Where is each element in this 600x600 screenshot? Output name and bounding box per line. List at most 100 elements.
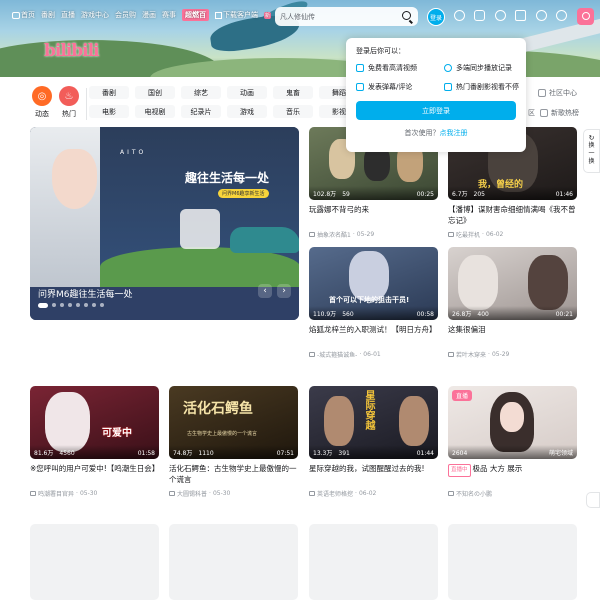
live-meta[interactable]: 不知名の小鹏	[448, 489, 577, 498]
video-card[interactable]: 星际穿越 13.3万 391 01:44 星际穿越的我，试图醒醒过去的我! 英语老师…	[309, 386, 438, 498]
download-icon	[215, 11, 222, 19]
carousel-dot[interactable]	[92, 303, 96, 307]
video-card[interactable]: 26.8万 400 00:21 这集很偏泪 若叶木穿来 · 05-29	[448, 247, 577, 359]
video-title[interactable]: 玩露娜不背弓的来	[309, 204, 438, 226]
dynamic-icon[interactable]	[495, 10, 506, 21]
video-meta[interactable]: 鸣潮署目官异 · 05-30	[30, 489, 159, 498]
video-meta[interactable]: 抽象浓名酷1 · 05-29	[309, 230, 438, 239]
search-icon[interactable]	[402, 11, 411, 20]
login-avatar-button[interactable]: 登录	[427, 8, 445, 26]
video-thumbnail[interactable]: 26.8万 400 00:21	[448, 247, 577, 320]
community-center-link[interactable]: 社区中心	[538, 88, 577, 98]
video-thumbnail[interactable]: 首个可以下地的狙击干员! 110.9万 560 00:58	[309, 247, 438, 320]
carousel-people	[180, 209, 220, 249]
carousel-dot[interactable]	[84, 303, 88, 307]
video-card[interactable]: 可爱中 81.6万 4560 01:58 ※您呼叫的用户可爱中!【鸣潮生日会】 鸣潮…	[30, 386, 159, 498]
search-input[interactable]	[280, 12, 395, 21]
carousel-dot[interactable]	[68, 303, 72, 307]
danmaku-count: 391	[338, 450, 350, 457]
carousel-dot[interactable]	[100, 303, 104, 307]
new-songs-chart-link[interactable]: 新歌热榜	[540, 108, 579, 118]
video-meta[interactable]: 英语老师格挖 · 06-02	[309, 489, 438, 498]
live-thumbnail[interactable]: 直播 2604 萌宅领域	[448, 386, 577, 459]
video-title[interactable]: ※您呼叫的用户可爱中!【鸣潮生日会】	[30, 463, 159, 485]
viewer-count: 2604	[452, 450, 468, 457]
carousel-title[interactable]: 问界M6趣往生活每一处	[38, 287, 133, 300]
carousel-grass	[100, 247, 299, 287]
vip-icon[interactable]	[454, 10, 465, 21]
channel-chip[interactable]: 电影	[89, 105, 129, 118]
channel-chip[interactable]: 音乐	[273, 105, 313, 118]
history-icon[interactable]	[536, 10, 547, 21]
nav-game-center[interactable]: 游戏中心	[81, 10, 109, 20]
message-icon[interactable]	[474, 10, 485, 21]
community-icon	[538, 89, 546, 97]
channel-dynamic[interactable]: ◎ 动态	[27, 86, 57, 119]
thumb-figure	[349, 251, 389, 301]
feature-item: 多端同步播放记录	[444, 63, 524, 73]
carousel-prev-button[interactable]: ‹	[258, 284, 272, 298]
channel-chip[interactable]: 动画	[227, 86, 267, 99]
channel-chip[interactable]: 游戏	[227, 105, 267, 118]
refresh-button[interactable]: ↻ 换一换	[583, 129, 600, 173]
video-title[interactable]: 【潘博】谋财害命细细情满喝《我不曾忘记》	[448, 204, 577, 226]
video-thumbnail[interactable]: 活化石鳄鱼 古生物学史上最傲慢的一个谎言 74.8万 1110 07:51	[169, 386, 298, 459]
bilibili-logo[interactable]: bilibili	[44, 41, 100, 61]
play-icon	[444, 83, 452, 91]
video-title[interactable]: 这集很偏泪	[448, 324, 577, 346]
channel-hot[interactable]: ♨ 热门	[54, 86, 84, 119]
video-title[interactable]: 星际穿越的我，试图醒醒过去的我!	[309, 463, 438, 485]
video-meta[interactable]: 大圆锡科普 · 05-30	[169, 489, 298, 498]
video-meta[interactable]: 若叶木穿来 · 05-29	[448, 350, 577, 359]
video-meta[interactable]: 吃最拌机 · 06-02	[448, 230, 577, 239]
carousel-dot[interactable]	[76, 303, 80, 307]
channel-chip[interactable]: 电视剧	[135, 105, 175, 118]
video-stats: 81.6万 4560 01:58	[30, 445, 159, 459]
live-area: 萌宅领域	[548, 450, 573, 457]
live-title[interactable]: 直播中 极品 大方 展示	[448, 463, 577, 485]
nav-anime[interactable]: 番剧	[41, 10, 55, 20]
video-meta[interactable]: -城式箍猫诚鱼- · 06-01	[309, 350, 438, 359]
video-thumbnail[interactable]: 可爱中 81.6万 4560 01:58	[30, 386, 159, 459]
live-card[interactable]: 直播 2604 萌宅领域 直播中 极品 大方 展示 不知名の小鹏	[448, 386, 577, 498]
channel-chip-partial[interactable]: 区	[528, 108, 535, 118]
nav-live[interactable]: 直播	[61, 10, 75, 20]
uploader-icon	[448, 232, 454, 237]
upload-button[interactable]	[577, 8, 594, 25]
nav-mall[interactable]: 会员购	[115, 10, 136, 20]
video-title[interactable]: 焰狐龙梓兰的入职测试！【明日方舟】	[309, 324, 438, 346]
carousel-dot[interactable]	[52, 303, 56, 307]
channel-chip[interactable]: 综艺	[181, 86, 221, 99]
thumb-figure	[324, 396, 354, 446]
video-thumbnail[interactable]: 星际穿越 13.3万 391 01:44	[309, 386, 438, 459]
view-count: 81.6万	[34, 450, 54, 457]
carousel-dot[interactable]	[60, 303, 64, 307]
register-link[interactable]: 点我注册	[440, 129, 468, 137]
feature-item: 发表弹幕/评论	[356, 82, 436, 92]
live-status-tag: 直播中	[448, 464, 471, 477]
thumb-overlay-text: 星际穿越	[363, 390, 374, 430]
carousel-next-button[interactable]: ›	[277, 284, 291, 298]
favorites-icon[interactable]	[515, 10, 526, 21]
thumb-figure	[399, 396, 429, 446]
sync-icon	[444, 64, 452, 72]
video-card[interactable]: 首个可以下地的狙击干员! 110.9万 560 00:58 焰狐龙梓兰的入职测试！【…	[309, 247, 438, 359]
view-count: 102.8万	[313, 191, 337, 198]
nav-esports[interactable]: 赛事	[162, 10, 176, 20]
nav-manga[interactable]: 漫画	[142, 10, 156, 20]
video-card[interactable]: 活化石鳄鱼 古生物学史上最傲慢的一个谎言 74.8万 1110 07:51 活化石鳄…	[169, 386, 298, 498]
tv-icon	[12, 11, 20, 19]
nav-download[interactable]: 下载客户端	[215, 10, 258, 20]
channel-chip[interactable]: 番剧	[89, 86, 129, 99]
channel-chip[interactable]: 鬼畜	[273, 86, 313, 99]
promo-badge[interactable]: 超燃百	[182, 9, 209, 21]
channel-chip[interactable]: 国创	[135, 86, 175, 99]
back-to-top-button[interactable]	[586, 492, 600, 508]
login-now-button[interactable]: 立即登录	[356, 101, 516, 120]
nav-home[interactable]: 首页	[12, 10, 35, 20]
video-title[interactable]: 活化石鳄鱼：古生物学史上最傲慢的一个谎言	[169, 463, 298, 485]
thumb-face	[500, 402, 524, 432]
channel-chip[interactable]: 纪录片	[181, 105, 221, 118]
carousel-dot-active[interactable]	[38, 303, 48, 308]
creation-center-icon[interactable]	[556, 10, 567, 21]
